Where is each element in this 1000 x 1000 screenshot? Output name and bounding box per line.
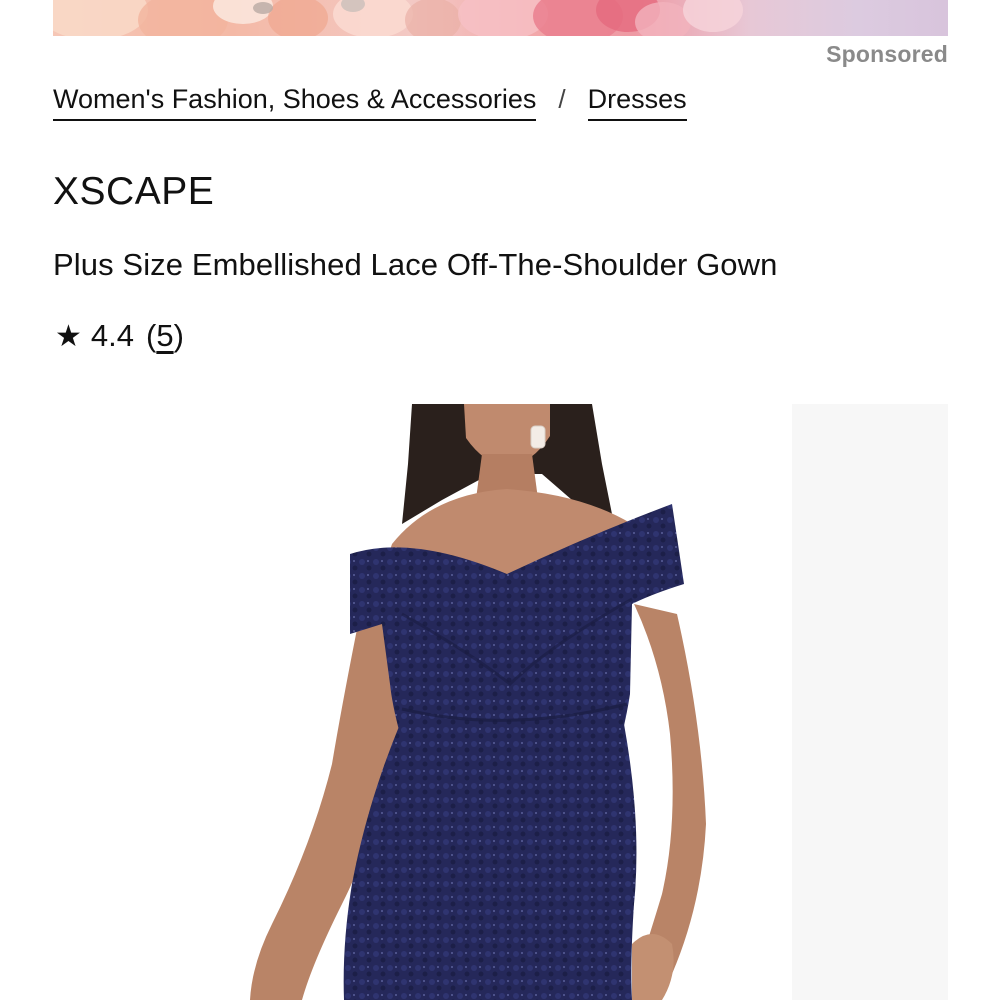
product-page: Sponsored Women's Fashion, Shoes & Acces… [0,0,1000,1000]
product-photo-illustration [250,404,948,1000]
sponsored-label: Sponsored [826,41,948,67]
close-paren: ) [173,318,184,353]
breadcrumb-link-dresses[interactable]: Dresses [587,82,687,121]
review-count-link[interactable]: 5 [156,318,173,353]
brand-name[interactable]: XSCAPE [53,170,214,214]
review-count-wrapper[interactable]: (5) [146,318,184,354]
breadcrumb-link-womens-fashion[interactable]: Women's Fashion, Shoes & Accessories [53,82,537,121]
open-paren: ( [146,318,157,353]
product-title: Plus Size Embellished Lace Off-The-Shoul… [53,247,778,282]
sponsored-banner[interactable] [53,0,948,36]
rating-value: 4.4 [90,318,135,353]
floral-banner-art [53,0,743,36]
product-image[interactable] [232,404,948,1000]
product-rating: ★ 4.4 (5) [55,318,184,354]
breadcrumb-separator: / [558,84,566,114]
star-icon: ★ [55,320,82,353]
breadcrumb: Women's Fashion, Shoes & Accessories / D… [53,82,687,121]
